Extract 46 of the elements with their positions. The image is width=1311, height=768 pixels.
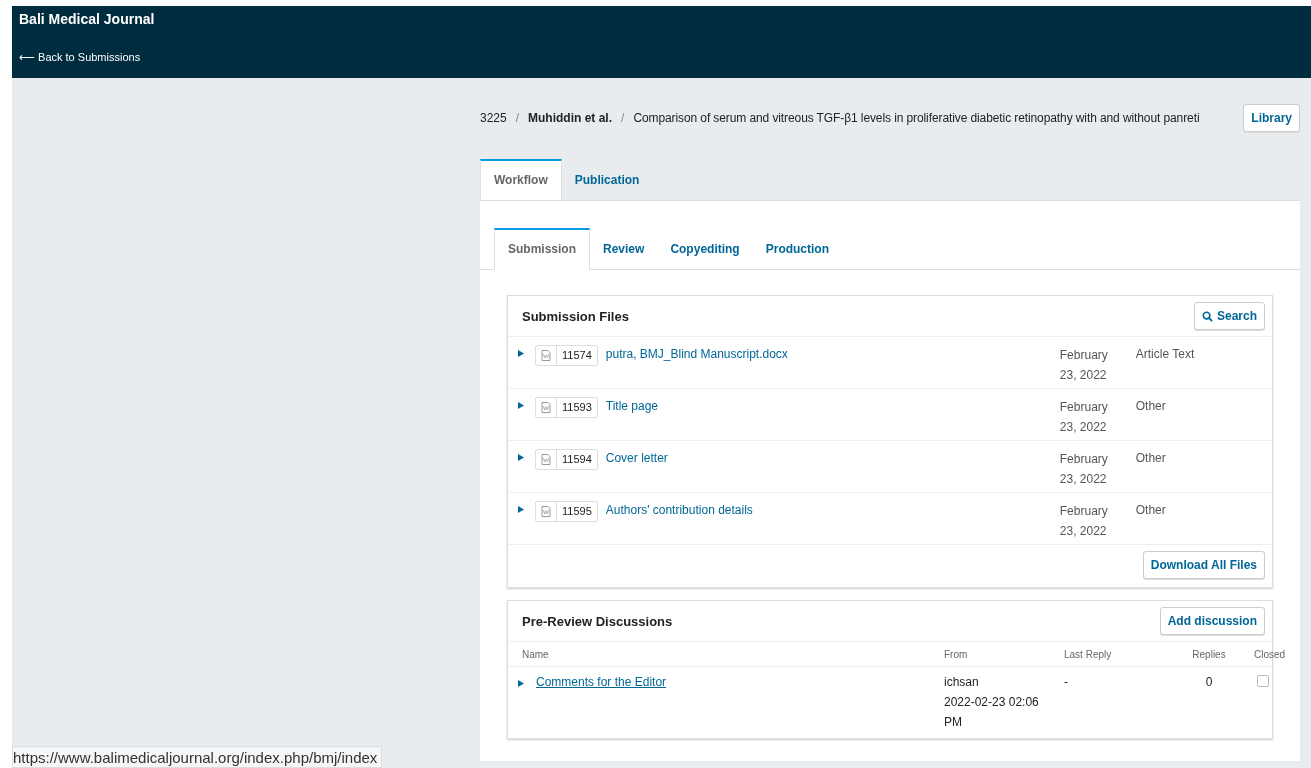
library-button[interactable]: Library xyxy=(1243,104,1300,132)
file-type: Other xyxy=(1135,399,1166,413)
column-header: Replies xyxy=(1191,649,1227,660)
from-date: 2022-02-23 02:06 PM xyxy=(944,694,1040,731)
discussion-link[interactable]: Comments for the Editor xyxy=(536,675,667,689)
file-type: Article Text xyxy=(1135,347,1195,361)
author-name: Muhiddin et al. xyxy=(528,111,613,125)
card-title: Pre-Review Discussions xyxy=(522,613,673,629)
file-id-badge: 11594 xyxy=(535,449,598,470)
submission-title: Comparison of serum and vitreous TGF-β1 levels in proliferative diabetic retinopathy with and without panreti xyxy=(633,111,1200,125)
file-date: February 23, 2022 xyxy=(1059,503,1109,540)
file-date: February 23, 2022 xyxy=(1059,399,1109,436)
breadcrumb-separator: / xyxy=(621,111,625,125)
from-user: ichsan xyxy=(944,674,980,691)
add-discussion-button[interactable]: Add discussion xyxy=(1159,607,1265,635)
submission-id: 3225 xyxy=(480,111,507,125)
file-link[interactable]: Cover letter xyxy=(605,451,1051,465)
column-header: Closed xyxy=(1254,649,1286,660)
column-header: Name xyxy=(522,649,550,660)
journal-title: Bali Medical Journal xyxy=(19,11,156,27)
tab[interactable]: Submission xyxy=(494,228,590,270)
file-id-badge: 11595 xyxy=(535,501,598,522)
last-reply: - xyxy=(1064,675,1069,691)
file-link[interactable]: Title page xyxy=(605,399,1051,413)
status-bar-url: https://www.balimedicaljournal.org/index.php/bmj/index xyxy=(12,746,383,768)
file-link[interactable]: Authors' contribution details xyxy=(605,503,1051,517)
tab[interactable]: Review xyxy=(590,228,658,269)
file-link[interactable]: putra, BMJ_Blind Manuscript.docx xyxy=(605,347,1051,361)
file-id-badge: 11593 xyxy=(535,397,598,418)
download-all-button[interactable]: Download All Files xyxy=(1142,551,1265,579)
breadcrumb-separator: / xyxy=(515,111,520,125)
file-date: February 23, 2022 xyxy=(1059,347,1109,384)
search-button[interactable]: Search xyxy=(1193,302,1265,330)
file-date: February 23, 2022 xyxy=(1059,451,1109,488)
tab[interactable]: Production xyxy=(752,228,843,269)
tab[interactable]: Copyediting xyxy=(657,228,753,269)
tab[interactable]: Publication xyxy=(561,159,653,200)
tab[interactable]: Workflow xyxy=(480,159,562,200)
column-header: From xyxy=(944,649,969,660)
file-id-badge: 11574 xyxy=(535,345,598,366)
replies-count: 0 xyxy=(1204,675,1214,691)
back-link[interactable]: ⟵ Back to Submissions xyxy=(19,51,141,64)
card-title: Submission Files xyxy=(522,308,629,324)
file-type: Other xyxy=(1135,451,1166,465)
column-header: Last Reply xyxy=(1064,649,1113,660)
file-type: Other xyxy=(1135,503,1166,517)
